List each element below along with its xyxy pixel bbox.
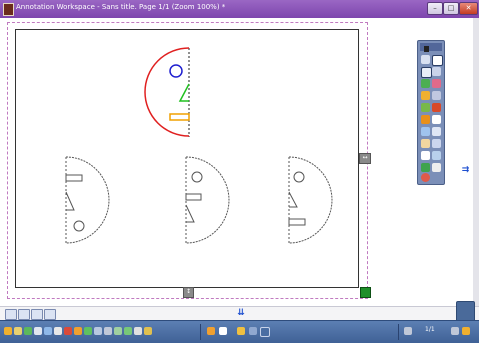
face-right-half-3[interactable] bbox=[288, 156, 333, 244]
toolbar-separator bbox=[200, 324, 201, 340]
fill-icon[interactable] bbox=[432, 103, 441, 112]
page-icon[interactable] bbox=[421, 55, 430, 64]
colored-face-eye bbox=[169, 64, 183, 78]
gallery-icon[interactable] bbox=[432, 163, 441, 172]
colored-face-mouth bbox=[169, 113, 190, 121]
select-page-icon[interactable] bbox=[432, 55, 443, 66]
scroll-down-icon[interactable]: ⇊ bbox=[235, 307, 247, 320]
navigation-strip: ⇊ bbox=[0, 306, 479, 321]
face-right-half-1[interactable] bbox=[65, 156, 110, 244]
arrange-icon[interactable] bbox=[124, 327, 132, 335]
pointer-icon[interactable] bbox=[432, 67, 441, 76]
toolbar-separator-2 bbox=[398, 324, 399, 340]
record-icon[interactable] bbox=[421, 173, 430, 182]
group-icon[interactable] bbox=[104, 327, 112, 335]
select-tool-icon[interactable] bbox=[421, 67, 432, 78]
bottom-toolbar: 1/1 bbox=[0, 320, 479, 343]
properties-icon[interactable] bbox=[144, 327, 152, 335]
text-icon[interactable] bbox=[432, 115, 441, 124]
line-icon[interactable] bbox=[432, 91, 441, 100]
redo-icon[interactable] bbox=[54, 327, 62, 335]
nav-left-icon[interactable] bbox=[5, 309, 17, 320]
ruler-icon[interactable] bbox=[421, 127, 430, 136]
colored-face[interactable] bbox=[144, 47, 190, 137]
copy-icon[interactable] bbox=[74, 327, 82, 335]
page-number: 1/1 bbox=[425, 326, 435, 333]
next-page-icon[interactable] bbox=[451, 327, 459, 335]
lock-icon[interactable] bbox=[134, 327, 142, 335]
colored-face-outline bbox=[144, 47, 190, 137]
link-icon[interactable] bbox=[249, 327, 257, 335]
palette-grip-icon[interactable] bbox=[424, 46, 429, 52]
highlighter-icon[interactable] bbox=[421, 91, 430, 100]
delete-icon[interactable] bbox=[64, 327, 72, 335]
shape-icon[interactable] bbox=[421, 103, 430, 112]
pen-icon[interactable] bbox=[421, 79, 430, 88]
image-icon[interactable] bbox=[421, 139, 430, 148]
camera-icon[interactable] bbox=[237, 327, 245, 335]
stamp-icon[interactable] bbox=[421, 115, 430, 124]
print-icon[interactable] bbox=[34, 327, 42, 335]
folder-icon[interactable] bbox=[207, 327, 215, 335]
paste-icon[interactable] bbox=[84, 327, 92, 335]
palette-header[interactable] bbox=[420, 43, 442, 52]
eraser-icon[interactable] bbox=[432, 79, 441, 88]
cut-icon[interactable] bbox=[94, 327, 102, 335]
corner-resize-handle[interactable] bbox=[360, 287, 371, 298]
save-icon[interactable] bbox=[24, 327, 32, 335]
horizontal-resize-handle[interactable]: ↔ bbox=[359, 153, 371, 164]
document-icon[interactable] bbox=[219, 327, 227, 335]
compass-icon[interactable] bbox=[432, 139, 441, 148]
tools-palette[interactable] bbox=[417, 40, 445, 185]
grid-icon[interactable] bbox=[260, 327, 270, 337]
table-icon[interactable] bbox=[432, 127, 441, 136]
zoom-in-icon[interactable] bbox=[31, 309, 43, 320]
vertical-resize-handle[interactable]: ↕ bbox=[183, 287, 194, 298]
screen-icon[interactable] bbox=[421, 151, 430, 160]
next-page-arrow-icon[interactable]: ⇉ bbox=[459, 165, 472, 176]
new-file-icon[interactable] bbox=[4, 327, 12, 335]
web-icon[interactable] bbox=[421, 163, 430, 172]
open-file-icon[interactable] bbox=[14, 327, 22, 335]
fit-page-icon[interactable] bbox=[44, 309, 56, 320]
colored-face-nose bbox=[178, 83, 190, 102]
undo-icon[interactable] bbox=[44, 327, 52, 335]
zoom-out-icon[interactable] bbox=[18, 309, 30, 320]
face-right-half-2[interactable] bbox=[185, 156, 230, 244]
ungroup-icon[interactable] bbox=[114, 327, 122, 335]
switch-mode-icon[interactable] bbox=[456, 301, 475, 322]
drawing-canvas[interactable] bbox=[0, 0, 479, 342]
add-page-icon[interactable] bbox=[462, 327, 470, 335]
capture-icon[interactable] bbox=[432, 151, 441, 160]
previous-page-icon[interactable] bbox=[404, 327, 412, 335]
